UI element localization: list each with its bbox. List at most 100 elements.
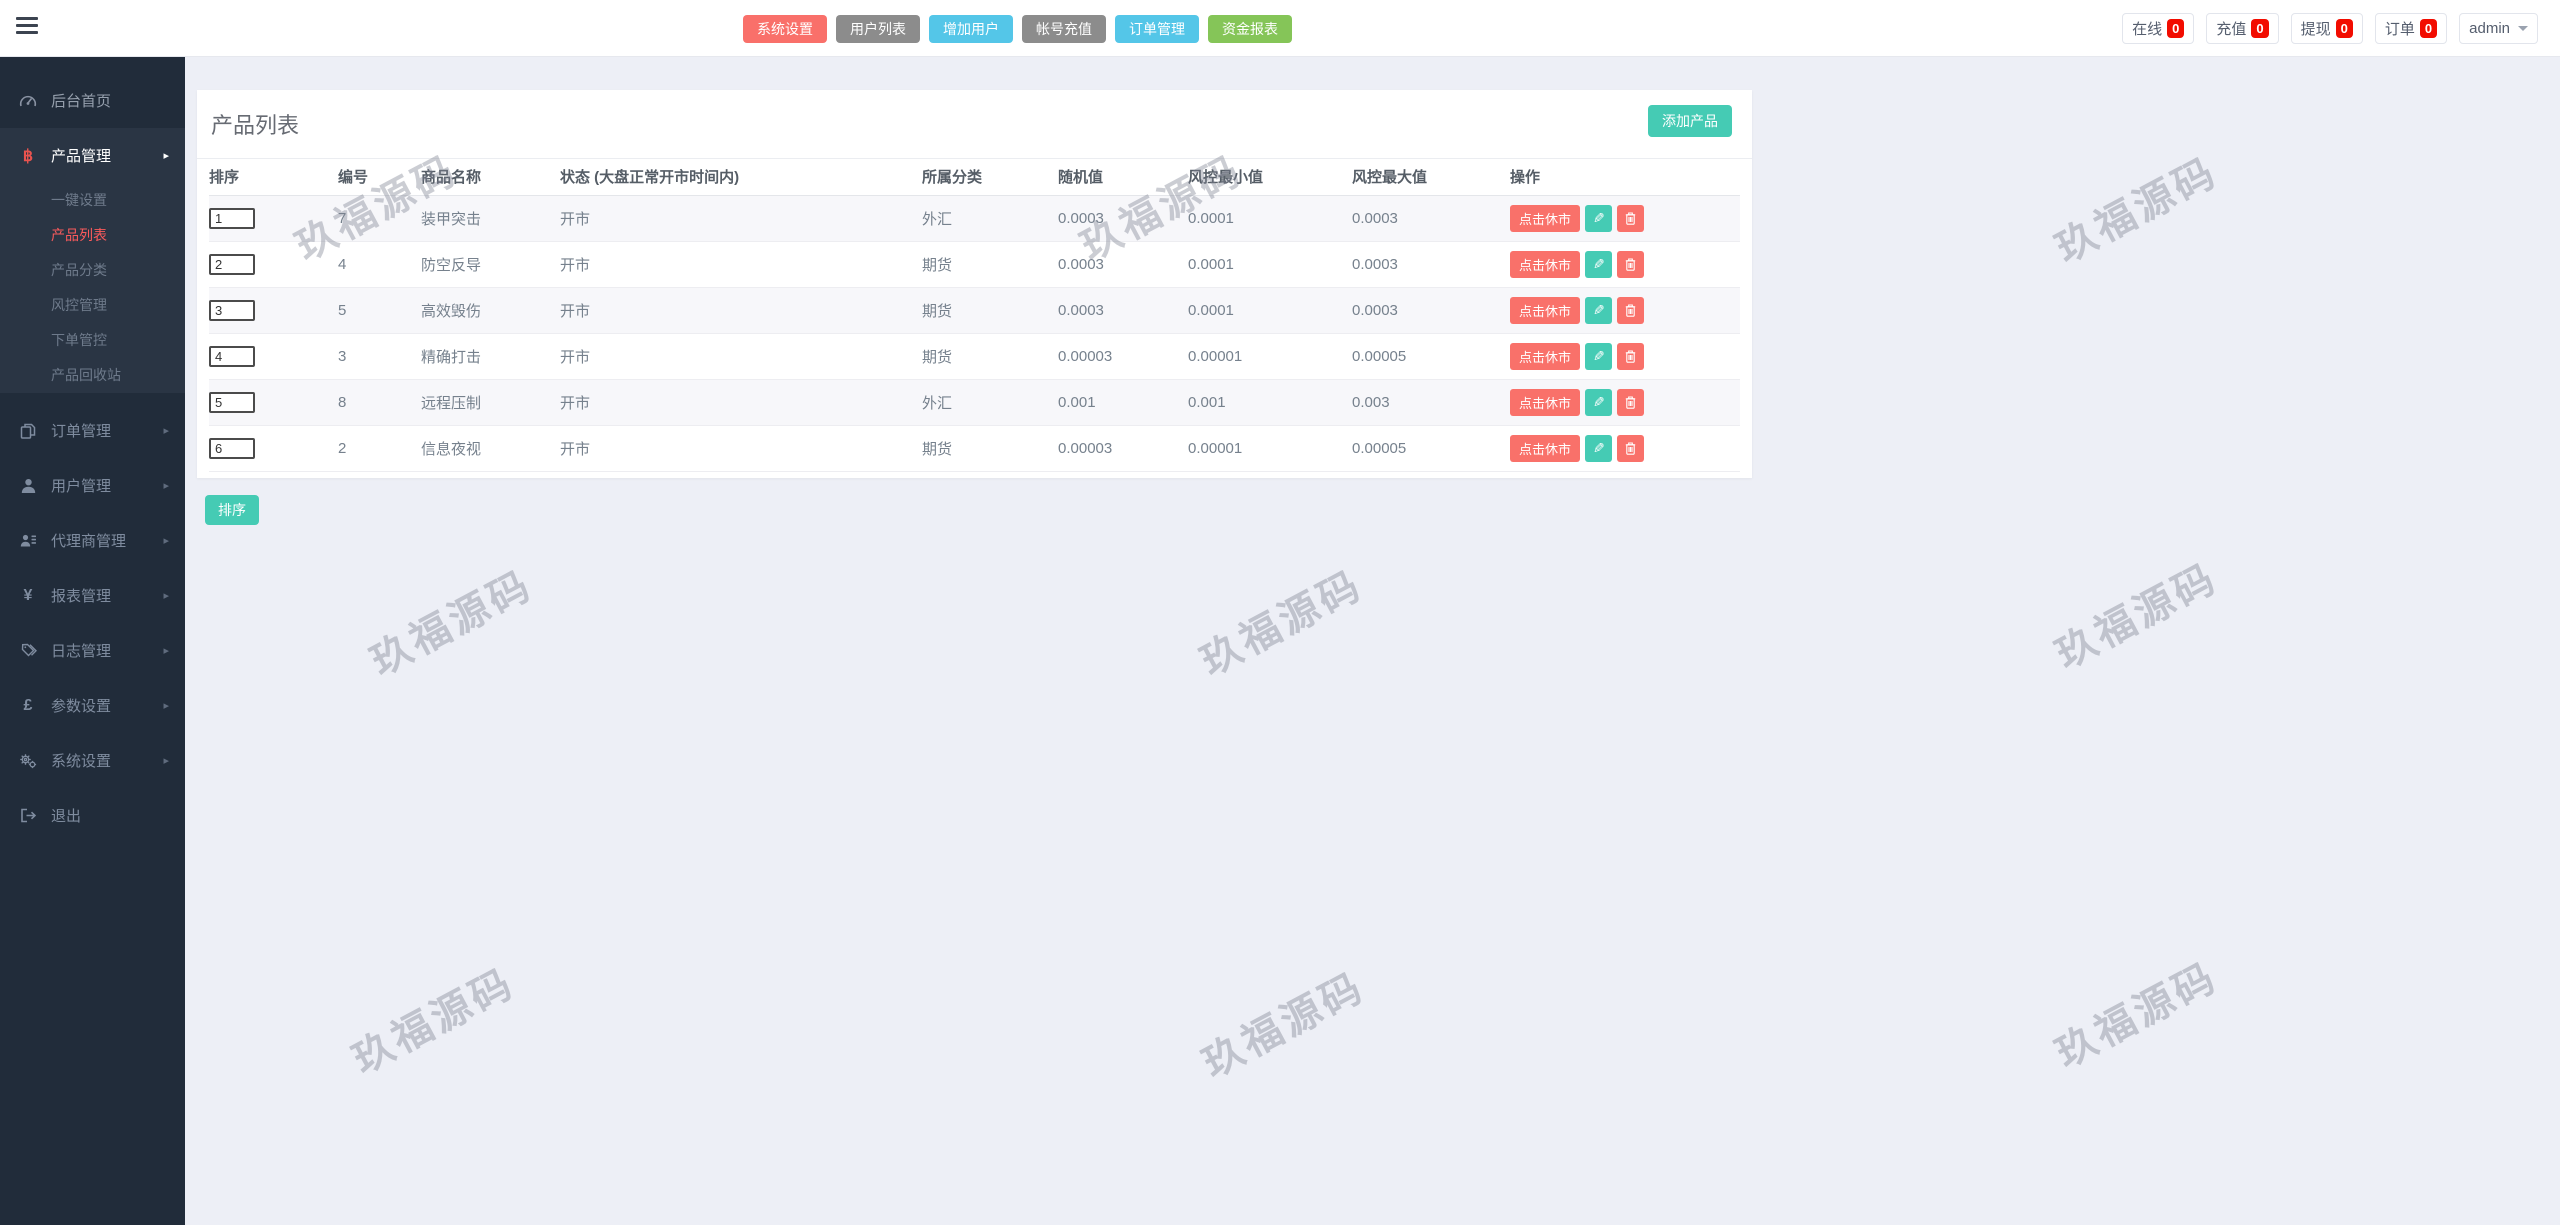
col-sort: 排序 xyxy=(209,159,338,196)
pencil-icon: ✎ xyxy=(1592,209,1605,226)
edit-button[interactable]: ✎ xyxy=(1585,434,1613,462)
quick-button-add-user[interactable]: 增加用户 xyxy=(929,15,1013,43)
cell-id: 4 xyxy=(338,241,421,288)
cell-random: 0.0003 xyxy=(1058,241,1188,288)
sidebar-item-order-manage[interactable]: 订单管理 ▸ xyxy=(0,403,185,458)
cell-category: 期货 xyxy=(922,287,1058,334)
edit-button[interactable]: ✎ xyxy=(1585,296,1613,324)
chevron-right-icon: ▸ xyxy=(163,590,169,602)
watermark: 玖福源码 xyxy=(363,562,540,685)
sidebar-item-label: 后台首页 xyxy=(51,93,112,110)
cell-risk-min: 0.0001 xyxy=(1188,241,1352,288)
cell-risk-max: 0.00005 xyxy=(1352,425,1510,472)
sidebar-item-product-manage[interactable]: ฿ 产品管理 ▸ xyxy=(0,128,185,183)
sidebar-item-report-manage[interactable]: ¥ 报表管理 ▸ xyxy=(0,568,185,623)
sidebar-item-agent-manage[interactable]: 代理商管理 ▸ xyxy=(0,513,185,568)
close-market-button[interactable]: 点击休市 xyxy=(1510,296,1581,324)
close-market-button[interactable]: 点击休市 xyxy=(1510,342,1581,370)
cell-name: 远程压制 xyxy=(421,379,560,426)
sort-input[interactable] xyxy=(209,207,255,229)
sort-input[interactable] xyxy=(209,299,255,321)
cell-risk-min: 0.00001 xyxy=(1188,333,1352,380)
stat-label: 订单 xyxy=(2384,21,2415,38)
sidebar-item-logout[interactable]: 退出 xyxy=(0,788,185,843)
stat-badge: 0 xyxy=(2251,19,2269,38)
sidebar-subitem-product-category[interactable]: 产品分类 xyxy=(0,253,185,288)
sidebar-subitem-product-recycle[interactable]: 产品回收站 xyxy=(0,358,185,393)
quick-button-account-recharge[interactable]: 帐号充值 xyxy=(1022,15,1106,43)
sidebar-group-product: ฿ 产品管理 ▸ 一键设置 产品列表 产品分类 风控管理 下单管控 产品回收站 xyxy=(0,128,185,393)
chevron-right-icon: ▸ xyxy=(163,645,169,657)
cell-category: 外汇 xyxy=(922,195,1058,242)
sidebar-subitem-quick-setup[interactable]: 一键设置 xyxy=(0,183,185,218)
sidebar-item-log-manage[interactable]: 日志管理 ▸ xyxy=(0,623,185,678)
sort-input[interactable] xyxy=(209,391,255,413)
cell-id: 8 xyxy=(338,379,421,426)
stat-recharge[interactable]: 充值 0 xyxy=(2206,13,2279,44)
apply-sort-button[interactable]: 排序 xyxy=(205,495,259,525)
user-menu[interactable]: admin xyxy=(2459,13,2538,44)
col-category: 所属分类 xyxy=(922,159,1058,196)
delete-button[interactable] xyxy=(1617,388,1645,416)
trash-icon xyxy=(1625,349,1636,363)
delete-button[interactable] xyxy=(1617,342,1645,370)
yen-icon: ¥ xyxy=(23,586,33,604)
sort-input[interactable] xyxy=(209,437,255,459)
sidebar-item-user-manage[interactable]: 用户管理 ▸ xyxy=(0,458,185,513)
gears-icon xyxy=(18,753,38,769)
pencil-icon: ✎ xyxy=(1592,393,1605,410)
quick-button-order-manage[interactable]: 订单管理 xyxy=(1115,15,1199,43)
close-market-button[interactable]: 点击休市 xyxy=(1510,204,1581,232)
stat-online[interactable]: 在线 0 xyxy=(2122,13,2195,44)
close-market-button[interactable]: 点击休市 xyxy=(1510,434,1581,462)
cell-risk-max: 0.003 xyxy=(1352,379,1510,426)
chevron-right-icon: ▸ xyxy=(163,535,169,547)
cell-random: 0.00003 xyxy=(1058,425,1188,472)
menu-toggle-icon[interactable] xyxy=(16,17,38,38)
sort-input[interactable] xyxy=(209,345,255,367)
cell-random: 0.001 xyxy=(1058,379,1188,426)
sidebar: 后台首页 ฿ 产品管理 ▸ 一键设置 产品列表 产品分类 风控管理 下单管控 产… xyxy=(0,57,185,1225)
trash-icon xyxy=(1625,303,1636,317)
edit-button[interactable]: ✎ xyxy=(1585,204,1613,232)
topbar-stats: 在线 0 充值 0 提现 0 订单 0 admin xyxy=(2122,13,2538,44)
close-market-button[interactable]: 点击休市 xyxy=(1510,250,1581,278)
quick-actions: 系统设置 用户列表 增加用户 帐号充值 订单管理 资金报表 xyxy=(743,15,1292,43)
sidebar-item-system-settings[interactable]: 系统设置 ▸ xyxy=(0,733,185,788)
edit-button[interactable]: ✎ xyxy=(1585,388,1613,416)
sign-out-icon xyxy=(18,808,38,823)
cell-id: 3 xyxy=(338,333,421,380)
stat-withdraw[interactable]: 提现 0 xyxy=(2290,13,2363,44)
sidebar-subitem-risk-manage[interactable]: 风控管理 xyxy=(0,288,185,323)
watermark: 玖福源码 xyxy=(1195,964,1372,1087)
sidebar-subitem-product-list[interactable]: 产品列表 xyxy=(0,218,185,253)
edit-button[interactable]: ✎ xyxy=(1585,250,1613,278)
delete-button[interactable] xyxy=(1617,434,1645,462)
trash-icon xyxy=(1625,257,1636,271)
delete-button[interactable] xyxy=(1617,250,1645,278)
table-row: 2 信息夜视 开市 期货 0.00003 0.00001 0.00005 点击休… xyxy=(209,425,1740,472)
trash-icon xyxy=(1625,441,1636,455)
watermark: 玖福源码 xyxy=(1193,562,1370,685)
close-market-button[interactable]: 点击休市 xyxy=(1510,388,1581,416)
add-product-button[interactable]: 添加产品 xyxy=(1648,105,1732,137)
sidebar-subitem-order-control[interactable]: 下单管控 xyxy=(0,323,185,358)
sidebar-item-home[interactable]: 后台首页 xyxy=(0,73,185,128)
delete-button[interactable] xyxy=(1617,204,1645,232)
delete-button[interactable] xyxy=(1617,296,1645,324)
col-id: 编号 xyxy=(338,159,421,196)
edit-button[interactable]: ✎ xyxy=(1585,342,1613,370)
table-header-row: 排序 编号 商品名称 状态 (大盘正常开市时间内) 所属分类 随机值 风控最小值… xyxy=(209,159,1740,196)
bitcoin-icon: ฿ xyxy=(22,147,34,165)
pencil-icon: ✎ xyxy=(1592,255,1605,272)
quick-button-system-settings[interactable]: 系统设置 xyxy=(743,15,827,43)
quick-button-user-list[interactable]: 用户列表 xyxy=(836,15,920,43)
stat-badge: 0 xyxy=(2167,19,2185,38)
cell-risk-min: 0.001 xyxy=(1188,379,1352,426)
sidebar-item-label: 订单管理 xyxy=(51,423,112,440)
stat-orders[interactable]: 订单 0 xyxy=(2374,13,2448,44)
col-random: 随机值 xyxy=(1058,159,1188,196)
sort-input[interactable] xyxy=(209,253,255,275)
sidebar-item-param-settings[interactable]: £ 参数设置 ▸ xyxy=(0,678,185,733)
quick-button-funds-report[interactable]: 资金报表 xyxy=(1208,15,1292,43)
